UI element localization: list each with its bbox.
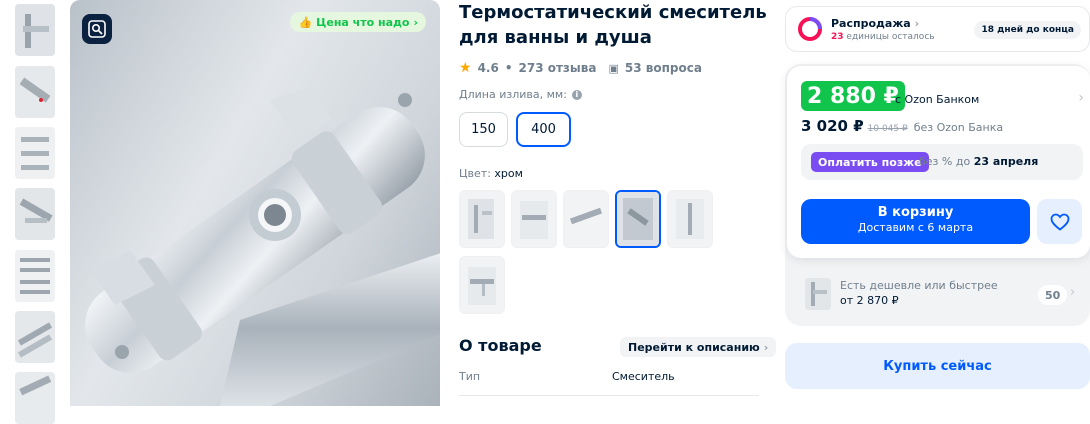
pay-later-button[interactable]: Оплатить позже xyxy=(811,152,929,172)
spec-key: Тип xyxy=(459,370,481,383)
with-bank-label: с Ozon Банком xyxy=(895,93,980,106)
heart-icon xyxy=(1050,213,1069,231)
regular-price: 3 020 ₽ xyxy=(801,117,864,135)
chevron-right-icon: › xyxy=(914,17,920,30)
info-icon[interactable]: i xyxy=(571,89,582,100)
rating-value: 4.6 xyxy=(477,61,499,75)
good-price-label: Цена что надо xyxy=(316,15,410,29)
without-bank-label: без Ozon Банка xyxy=(913,121,1004,134)
chevron-right-icon: › xyxy=(413,15,418,29)
sale-count: 23 xyxy=(831,32,844,42)
spout-length-text: Длина излива, мм: xyxy=(459,88,567,101)
thumbnail-3[interactable] xyxy=(15,127,55,179)
thumbnail-1[interactable] xyxy=(15,4,55,56)
chevron-right-icon: › xyxy=(763,340,769,354)
color-value: хром xyxy=(494,167,523,180)
alt-offer-price: от 2 870 ₽ xyxy=(840,294,899,307)
chevron-right-icon: › xyxy=(1070,285,1076,300)
thumbnail-5[interactable] xyxy=(15,250,55,302)
chevron-right-icon[interactable]: › xyxy=(1078,90,1084,106)
product-main-image[interactable]: 👍 Цена что надо › xyxy=(70,0,440,406)
image-search-icon xyxy=(88,20,106,38)
alt-offer-thumbnail xyxy=(805,278,831,310)
ozon-bank-price: 2 880 ₽ xyxy=(801,81,905,111)
color-swatch-5[interactable] xyxy=(667,190,713,248)
chat-icon: ▣ xyxy=(608,61,619,75)
spout-option-150[interactable]: 150 xyxy=(459,112,508,147)
product-title-line-1: Термостатический смеситель xyxy=(459,2,767,23)
thumbs-up-icon: 👍 xyxy=(298,15,313,29)
thumbnail-7[interactable] xyxy=(15,372,55,424)
sale-days-badge: 18 дней до конца xyxy=(974,21,1081,39)
faucet-illustration xyxy=(85,88,440,406)
pay-later-date: 23 апреля xyxy=(973,155,1039,168)
alt-offer-count: 50 xyxy=(1038,285,1068,305)
spec-value: Смеситель xyxy=(612,370,675,383)
color-swatch-2[interactable] xyxy=(511,190,557,248)
pay-later-prefix: без % до xyxy=(919,155,971,168)
delivery-date: Доставим с 6 марта xyxy=(857,221,974,234)
thumbnail-6[interactable] xyxy=(15,311,55,363)
thumbnail-2[interactable] xyxy=(15,66,55,118)
sale-title-text: Распродажа xyxy=(831,17,911,30)
questions-link[interactable]: 53 вопроса xyxy=(625,61,702,75)
spout-option-label: 150 xyxy=(471,122,496,137)
color-label-text: Цвет: xyxy=(459,167,491,180)
image-search-button[interactable] xyxy=(82,14,112,44)
about-section-title: О товаре xyxy=(459,336,542,355)
add-to-cart-button[interactable]: В корзину Доставим с 6 марта xyxy=(801,199,1030,244)
spout-length-label: Длина излива, мм: i xyxy=(459,88,582,101)
spec-divider xyxy=(459,395,759,396)
sale-banner[interactable]: Распродажа › 23 единицы осталось 18 дней… xyxy=(785,6,1090,52)
regular-price-row: 3 020 ₽ 10 045 ₽ без Ozon Банка xyxy=(801,117,1003,135)
pay-later-terms: без % до 23 апреля xyxy=(919,155,1038,168)
good-price-badge[interactable]: 👍 Цена что надо › xyxy=(290,12,426,32)
color-label: Цвет: хром xyxy=(459,167,523,180)
buy-now-button[interactable]: Купить сейчас xyxy=(785,343,1090,389)
old-price: 10 045 ₽ xyxy=(867,124,908,134)
cheaper-faster-offers[interactable]: Есть дешевле или быстрее от 2 870 ₽ 50 › xyxy=(800,276,1090,314)
sale-stock: 23 единицы осталось xyxy=(831,32,935,42)
dot-separator: • xyxy=(504,61,513,75)
pay-later-block: Оплатить позже без % до 23 апреля xyxy=(801,144,1083,180)
go-to-description-button[interactable]: Перейти к описанию › xyxy=(620,337,777,357)
sale-logo-icon xyxy=(798,17,822,41)
product-title-line-2: для ванны и душа xyxy=(459,27,652,48)
spout-option-400[interactable]: 400 xyxy=(516,112,571,147)
spout-option-label: 400 xyxy=(531,122,556,137)
go-to-description-label: Перейти к описанию xyxy=(628,340,760,354)
thumbnail-4[interactable] xyxy=(15,188,55,240)
favorite-button[interactable] xyxy=(1037,199,1082,244)
color-swatch-4[interactable] xyxy=(615,190,661,248)
sale-title: Распродажа › xyxy=(831,17,919,30)
color-swatch-1[interactable] xyxy=(459,190,505,248)
color-swatch-6[interactable] xyxy=(459,256,505,314)
color-swatch-3[interactable] xyxy=(563,190,609,248)
sale-left-text: единицы осталось xyxy=(846,32,935,42)
rating-row: ★ 4.6 • 273 отзыва ▣ 53 вопроса xyxy=(459,60,702,76)
star-icon: ★ xyxy=(459,60,472,76)
add-to-cart-label: В корзину xyxy=(877,205,954,220)
reviews-link[interactable]: 273 отзыва xyxy=(519,61,597,75)
product-title: Термостатический смеситель для ванны и д… xyxy=(459,0,769,50)
price-card: 2 880 ₽ с Ozon Банком › 3 020 ₽ 10 045 ₽… xyxy=(787,66,1090,258)
alt-offer-title: Есть дешевле или быстрее xyxy=(840,279,998,292)
